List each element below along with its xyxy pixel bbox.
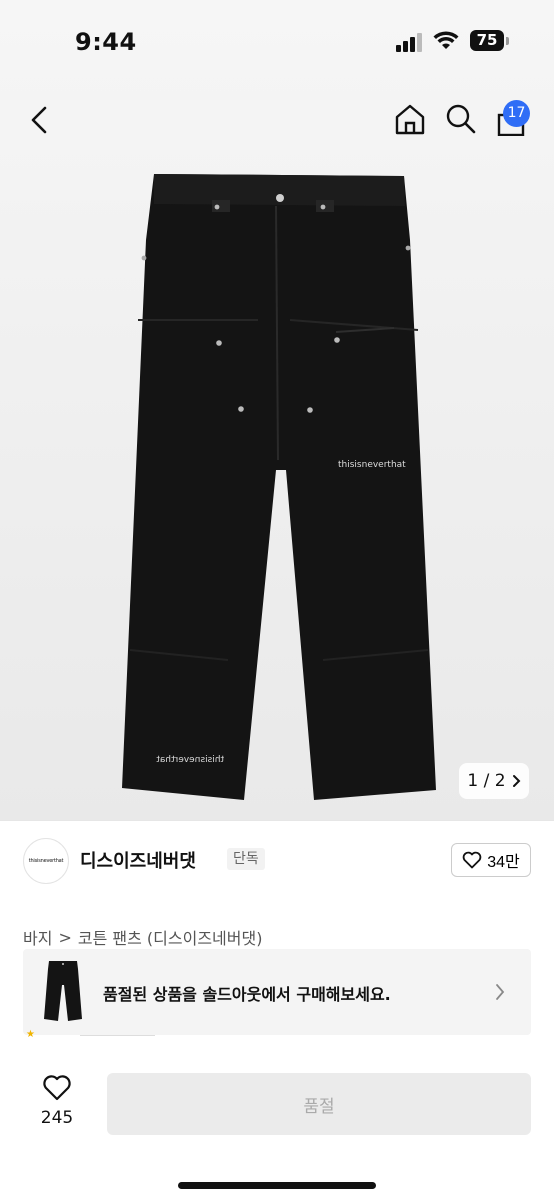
logo-print-left: thisisneverthat	[156, 755, 224, 765]
soldout-banner[interactable]: 품절된 상품을 솔드아웃에서 구매해보세요.	[23, 949, 531, 1035]
brand-row: thisisneverthat 디스이즈네버댓 단독 34만	[23, 838, 533, 884]
wifi-icon	[433, 31, 459, 49]
home-button[interactable]	[394, 103, 426, 138]
soldout-banner-text: 품절된 상품을 솔드아웃에서 구매해보세요.	[103, 985, 391, 1004]
section-divider	[0, 820, 554, 821]
brand-name[interactable]: 디스이즈네버댓	[80, 847, 196, 873]
underline-divider	[80, 1035, 155, 1036]
exclusive-badge: 단독	[227, 848, 265, 870]
bottom-like-button[interactable]: 245	[24, 1074, 90, 1128]
search-button[interactable]	[446, 104, 476, 137]
brand-like-count: 34만	[487, 854, 520, 871]
home-icon	[395, 104, 425, 135]
battery-indicator: 75	[470, 30, 504, 51]
bottom-like-count: 245	[40, 1108, 74, 1128]
pager-label: 1 / 2	[467, 771, 506, 791]
battery-tip	[506, 37, 509, 45]
logo-print-right: thisisneverthat	[338, 460, 406, 470]
soldout-button[interactable]: 품절	[107, 1073, 531, 1135]
heart-icon	[462, 851, 482, 869]
image-pager[interactable]: 1 / 2	[459, 763, 529, 799]
chevron-right-icon	[496, 984, 505, 1000]
chevron-right-icon	[512, 775, 520, 787]
brand-like-button[interactable]: 34만	[451, 843, 531, 877]
back-button[interactable]	[26, 105, 54, 138]
cart-count-badge: 17	[503, 100, 530, 127]
search-icon	[446, 104, 476, 134]
status-time: 9:44	[75, 28, 137, 56]
status-bar: 9:44 75	[0, 0, 554, 80]
banner-product-thumbnail	[44, 961, 82, 1021]
breadcrumb: 바지 > 코튼 팬츠 (디스이즈네버댓)	[23, 925, 262, 949]
star-icon: ★	[26, 1029, 35, 1040]
back-icon	[31, 106, 47, 134]
breadcrumb-category[interactable]: 바지	[23, 925, 52, 949]
home-indicator	[178, 1182, 376, 1189]
brand-logo[interactable]: thisisneverthat	[23, 838, 69, 884]
breadcrumb-subcategory[interactable]: 코튼 팬츠 (디스이즈네버댓)	[78, 925, 263, 949]
product-photo-pants[interactable]: thisisneverthat thisisneverthat	[118, 170, 440, 810]
breadcrumb-separator: >	[58, 927, 72, 947]
heart-icon	[43, 1075, 71, 1101]
cellular-signal-icon	[396, 33, 422, 52]
